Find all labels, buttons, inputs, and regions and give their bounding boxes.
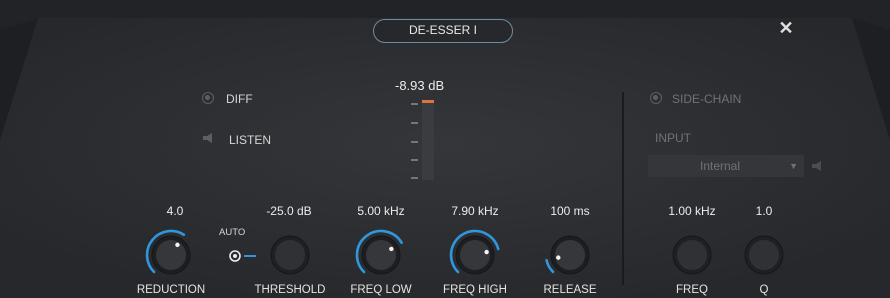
meter-value: -8.93 dB [395, 78, 445, 93]
speaker-icon[interactable] [203, 133, 215, 143]
knob-face [156, 240, 186, 270]
preset-title-button[interactable]: DE-ESSER I [373, 19, 513, 43]
knob-face [749, 240, 779, 270]
release-label: RELEASE [543, 284, 597, 296]
sc-q-value: 1.0 [755, 204, 773, 218]
speaker-icon[interactable] [812, 161, 824, 171]
sc-q-label: Q [759, 284, 769, 296]
chevron-down-icon: ▼ [789, 161, 798, 171]
listen-label: LISTEN [229, 133, 272, 147]
freq-low-label: FREQ LOW [350, 284, 412, 296]
knob-indicator [389, 246, 394, 252]
freq-high-knob[interactable] [447, 227, 503, 283]
knob-indicator [175, 242, 180, 248]
reduction-meter [411, 100, 434, 180]
sc-q-knob[interactable] [736, 227, 792, 283]
diff-label: DIFF [226, 92, 253, 106]
knob-face [366, 240, 396, 270]
freq-low-value: 5.00 kHz [357, 204, 405, 218]
freq-high-label: FREQ HIGH [443, 284, 507, 296]
knob-indicator [484, 249, 489, 255]
input-select-value: Internal [700, 159, 741, 173]
knob-face [555, 240, 585, 270]
auto-label: AUTO [219, 227, 246, 238]
knob-face [460, 240, 490, 270]
sc-freq-knob[interactable] [664, 227, 720, 283]
threshold-value: -25.0 dB [266, 204, 312, 218]
de-esser-plugin: DE-ESSER I ✕ DIFF LISTEN -8.93 dB 4.0 -2… [0, 0, 890, 298]
side-chain-toggle[interactable] [650, 92, 662, 104]
auto-threshold-toggle[interactable] [228, 249, 258, 263]
reduction-label: REDUCTION [136, 284, 206, 296]
diff-toggle[interactable] [202, 92, 214, 104]
freq-low-knob[interactable] [353, 227, 409, 283]
knob-face [677, 240, 707, 270]
threshold-knob[interactable] [262, 227, 318, 283]
release-value: 100 ms [550, 204, 590, 218]
meter-fill [422, 100, 434, 103]
side-chain-label: SIDE-CHAIN [672, 92, 742, 106]
close-icon[interactable]: ✕ [776, 18, 796, 38]
reduction-knob[interactable] [143, 227, 199, 283]
knob-indicator [556, 255, 561, 260]
reduction-value: 4.0 [166, 204, 184, 218]
release-knob[interactable] [542, 227, 598, 283]
input-select[interactable]: Internal ▼ [648, 155, 804, 177]
threshold-label: THRESHOLD [254, 284, 326, 296]
input-label: INPUT [655, 131, 691, 145]
knob-face [275, 240, 305, 270]
freq-high-value: 7.90 kHz [451, 204, 499, 218]
